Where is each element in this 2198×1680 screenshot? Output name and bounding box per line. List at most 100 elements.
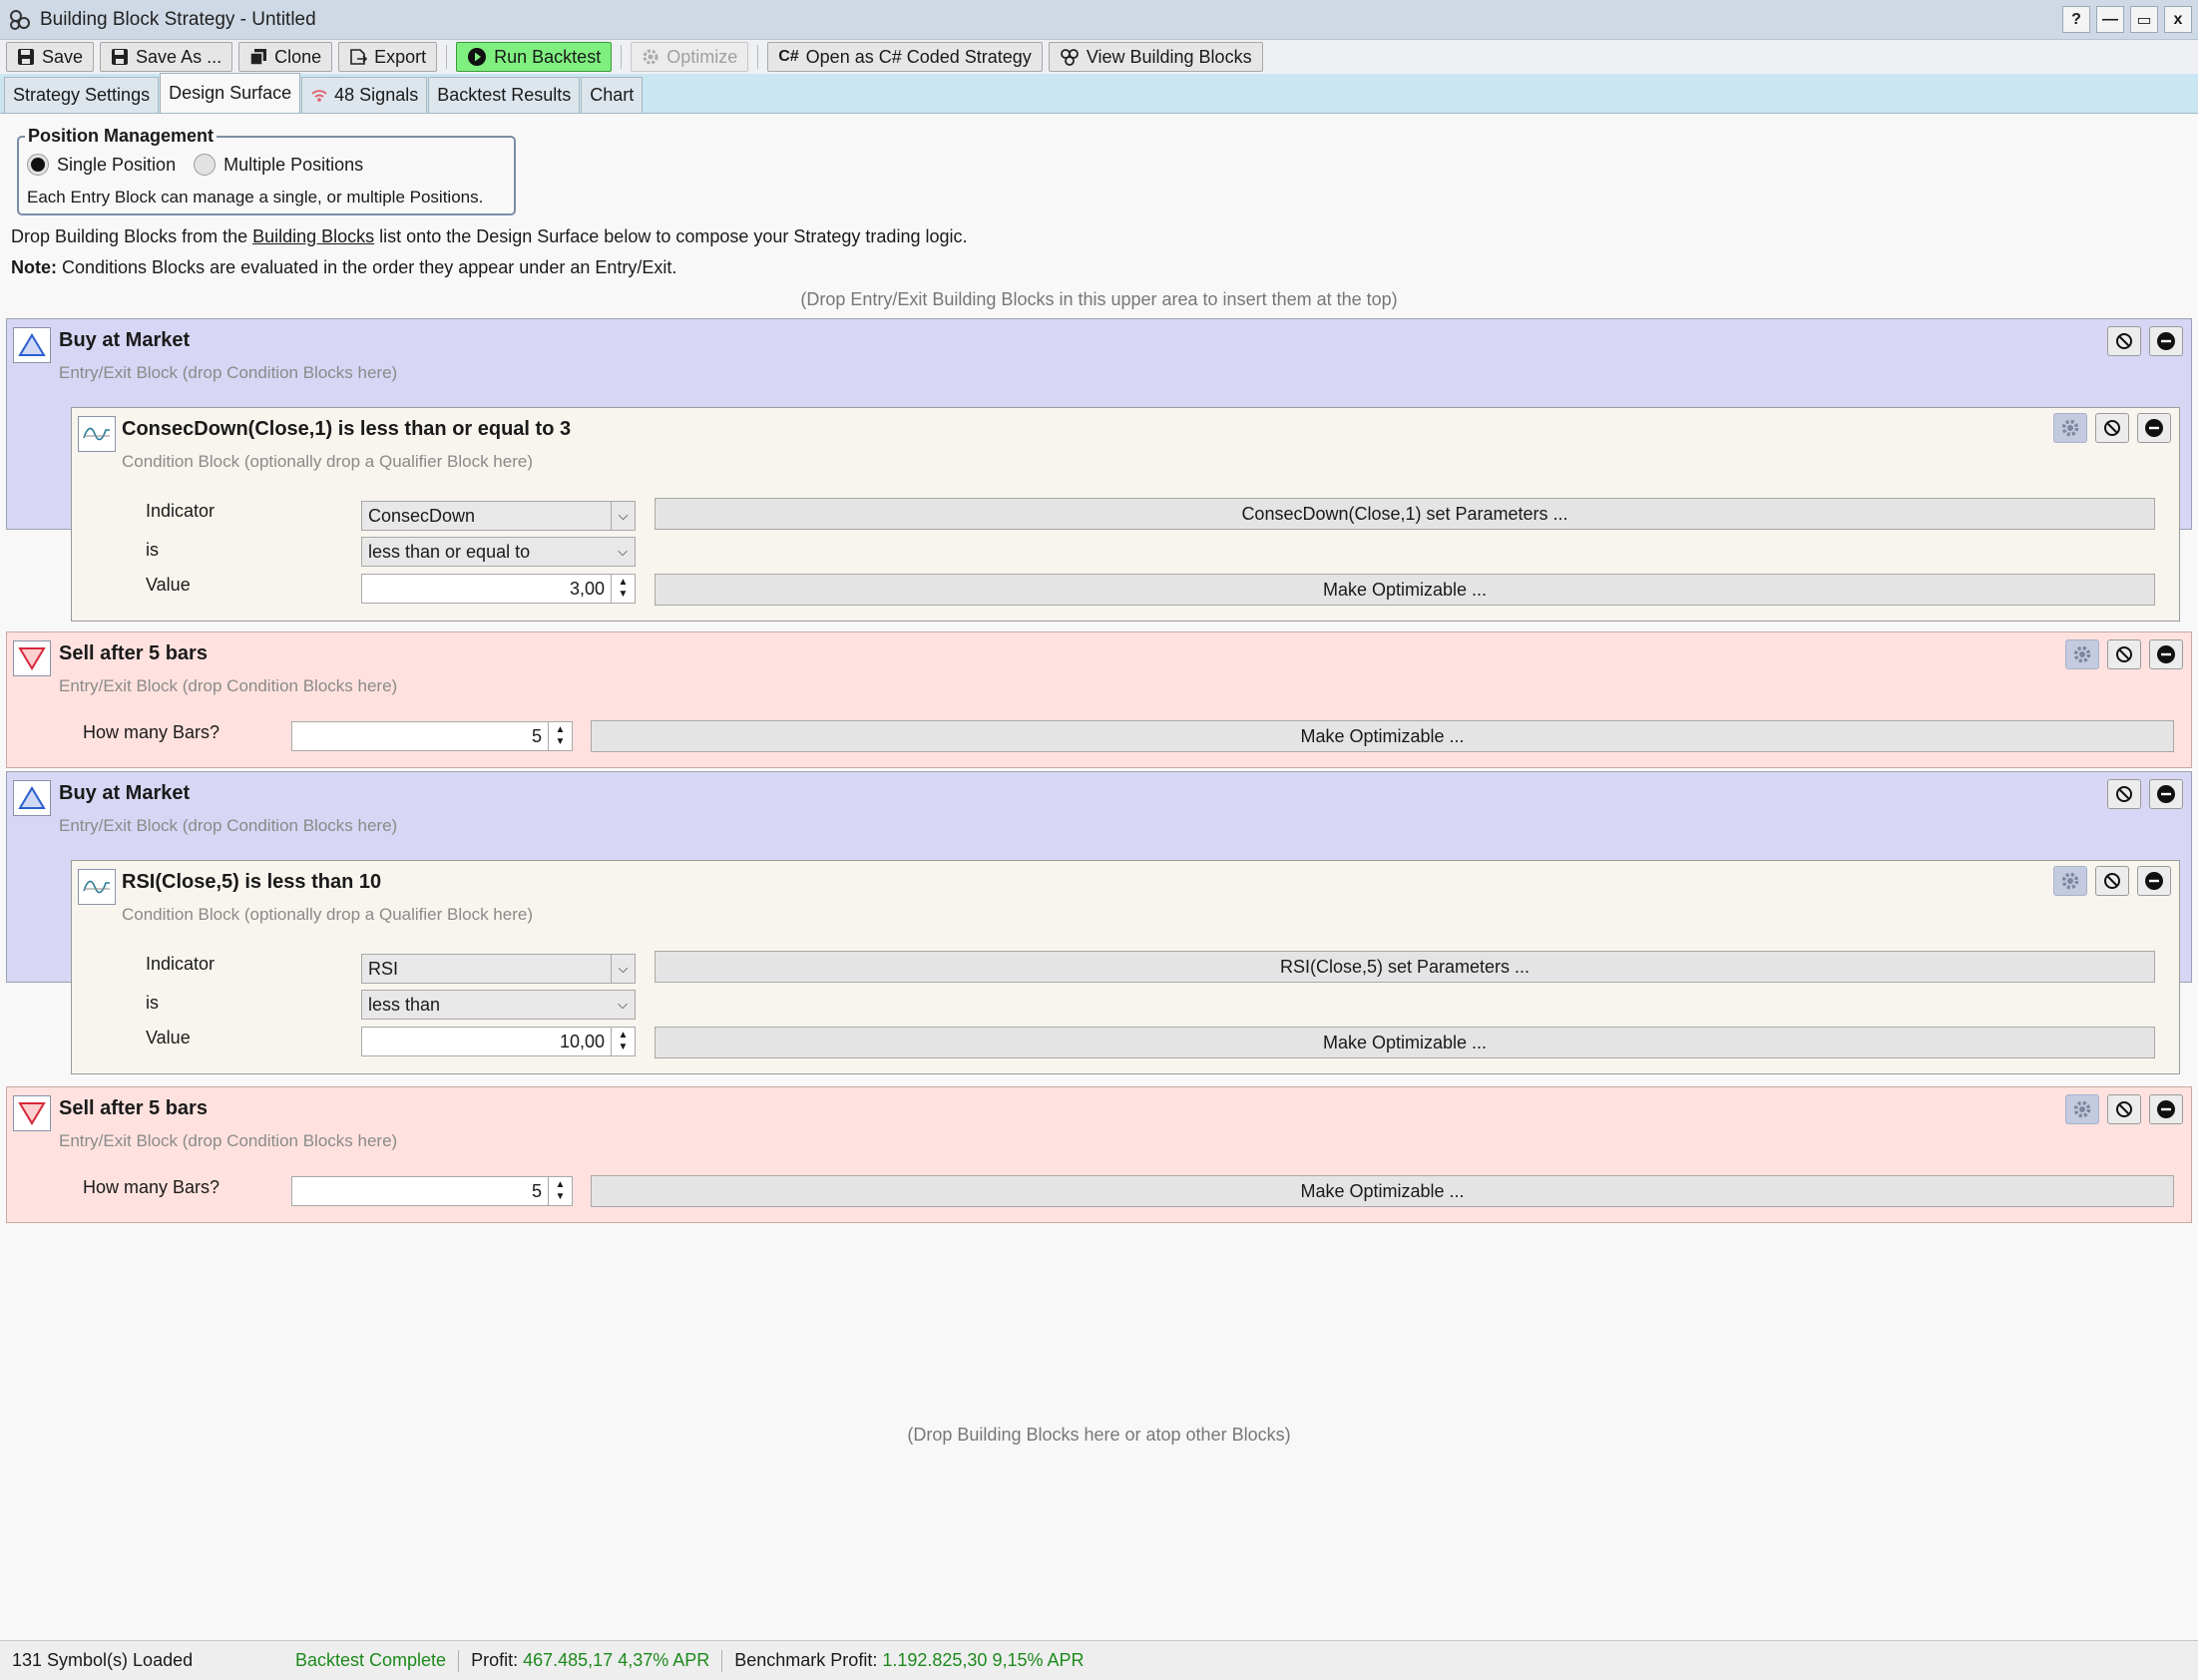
comparison-combo[interactable]: less than ⌵ [361,990,636,1020]
block-title: Buy at Market [59,782,191,804]
intro-text-pre: Drop Building Blocks from the [11,226,253,246]
bottom-drop-hint: (Drop Building Blocks here or atop other… [907,1425,1291,1445]
chevron-down-icon: ⌵ [611,955,635,983]
exit-block-sell[interactable]: Sell after 5 bars Entry/Exit Block (drop… [6,1086,2192,1223]
block-settings-button[interactable] [2065,1094,2099,1124]
disable-block-button[interactable] [2107,1094,2141,1124]
gear-icon [643,49,659,65]
chevron-down-icon: ⌵ [611,502,635,530]
condition-block[interactable]: ConsecDown(Close,1) is less than or equa… [71,407,2180,622]
bars-spinner[interactable]: 5 ▲ ▼ [291,1176,573,1206]
copy-icon [249,49,267,66]
tab-label: 48 Signals [334,85,419,105]
building-blocks-link[interactable]: Building Blocks [252,226,374,246]
spinner-arrows-icon[interactable]: ▲ ▼ [548,1177,572,1205]
set-parameters-button[interactable]: ConsecDown(Close,1) set Parameters ... [655,498,2155,530]
position-management-group: Position Management Single Position Mult… [17,126,516,215]
value-spinner[interactable]: 10,00 ▲ ▼ [361,1027,636,1056]
tab-label: Design Surface [169,83,292,103]
make-optimizable-button[interactable]: Make Optimizable ... [655,574,2155,606]
block-subtitle: Entry/Exit Block (drop Condition Blocks … [59,676,398,695]
spinner-arrows-icon[interactable]: ▲ ▼ [548,722,572,750]
building-blocks-icon [10,9,30,30]
remove-condition-button[interactable] [2137,866,2171,896]
title-bar: Building Block Strategy - Untitled ? — ▭… [0,0,2198,40]
gear-icon [2073,1100,2091,1118]
remove-block-button[interactable] [2149,639,2183,669]
tab-backtest-results[interactable]: Backtest Results [428,77,581,113]
remove-block-button[interactable] [2149,326,2183,356]
tab-strategy-settings[interactable]: Strategy Settings [4,77,160,113]
symbols-loaded-status: 131 Symbol(s) Loaded [12,1650,194,1670]
help-button[interactable]: ? [2062,6,2090,33]
indicator-combo[interactable]: RSI ⌵ [361,954,636,984]
condition-block[interactable]: RSI(Close,5) is less than 10 Condition B… [71,860,2180,1074]
indicator-label: Indicator [146,501,216,521]
disable-condition-button[interactable] [2095,413,2129,443]
disable-condition-button[interactable] [2095,866,2129,896]
make-optimizable-button[interactable]: Make Optimizable ... [655,1027,2155,1058]
tab-signals[interactable]: 48 Signals [301,77,428,113]
remove-condition-button[interactable] [2137,413,2171,443]
condition-settings-button[interactable] [2053,866,2087,896]
entry-block-buy[interactable]: Buy at Market Entry/Exit Block (drop Con… [6,318,2192,622]
close-button[interactable]: x [2164,6,2192,33]
optimize-button[interactable]: Optimize [631,42,749,72]
minus-circle-icon [2157,332,2175,350]
disable-block-button[interactable] [2107,326,2141,356]
disable-block-button[interactable] [2107,779,2141,809]
ban-icon [2116,646,2132,662]
spinner-arrows-icon[interactable]: ▲ ▼ [611,1028,635,1055]
run-backtest-button[interactable]: Run Backtest [456,42,613,72]
single-position-radio[interactable] [27,154,49,176]
comparison-value: less than or equal to [368,541,531,562]
run-backtest-label: Run Backtest [494,46,602,67]
save-button[interactable]: Save [6,42,95,72]
signal-icon [311,89,327,102]
profit-status: Profit: 467.485,17 4,37% APR [459,1650,721,1671]
buy-triangle-icon [13,780,51,816]
bars-spinner[interactable]: 5 ▲ ▼ [291,721,573,751]
benchmark-label: Benchmark Profit: [734,1650,878,1670]
minus-circle-icon [2145,419,2163,437]
value-spinner[interactable]: 3,00 ▲ ▼ [361,574,636,604]
block-settings-button[interactable] [2065,639,2099,669]
remove-block-button[interactable] [2149,779,2183,809]
comparison-combo[interactable]: less than or equal to ⌵ [361,537,636,567]
export-label: Export [374,46,427,67]
exit-block-sell[interactable]: Sell after 5 bars Entry/Exit Block (drop… [6,631,2192,768]
intro-text: Drop Building Blocks from the Building B… [11,226,968,247]
block-subtitle: Entry/Exit Block (drop Condition Blocks … [59,363,398,382]
save-as-button[interactable]: Save As ... [100,42,233,72]
disable-block-button[interactable] [2107,639,2141,669]
gear-icon [2073,645,2091,663]
entry-block-buy[interactable]: Buy at Market Entry/Exit Block (drop Con… [6,771,2192,1074]
spinner-arrows-icon[interactable]: ▲ ▼ [611,575,635,603]
status-bar: 131 Symbol(s) Loaded Backtest Complete P… [0,1640,2198,1680]
view-building-blocks-button[interactable]: View Building Blocks [1048,42,1263,72]
open-csharp-button[interactable]: C# Open as C# Coded Strategy [767,42,1043,72]
multiple-positions-radio[interactable] [194,154,217,176]
minimize-button[interactable]: — [2096,6,2124,33]
tab-chart[interactable]: Chart [581,77,644,113]
make-optimizable-button[interactable]: Make Optimizable ... [591,720,2174,752]
condition-settings-button[interactable] [2053,413,2087,443]
make-optimizable-button[interactable]: Make Optimizable ... [591,1175,2174,1207]
indicator-combo[interactable]: ConsecDown ⌵ [361,501,636,531]
toolbar-separator [621,45,623,69]
save-as-label: Save As ... [136,46,222,67]
set-parameters-button[interactable]: RSI(Close,5) set Parameters ... [655,951,2155,983]
note-label: Note: [11,257,57,277]
blocks-icon [1060,49,1079,66]
export-button[interactable]: Export [338,42,438,72]
benchmark-value: 1.192.825,30 9,15% APR [882,1650,1085,1670]
block-subtitle: Entry/Exit Block (drop Condition Blocks … [59,816,398,835]
maximize-button[interactable]: ▭ [2130,6,2158,33]
how-many-bars-label: How many Bars? [83,722,220,742]
tab-design-surface[interactable]: Design Surface [160,73,301,113]
clone-button[interactable]: Clone [238,42,333,72]
is-label: is [146,993,159,1013]
remove-block-button[interactable] [2149,1094,2183,1124]
ban-icon [2116,333,2132,349]
block-title: Sell after 5 bars [59,642,208,664]
